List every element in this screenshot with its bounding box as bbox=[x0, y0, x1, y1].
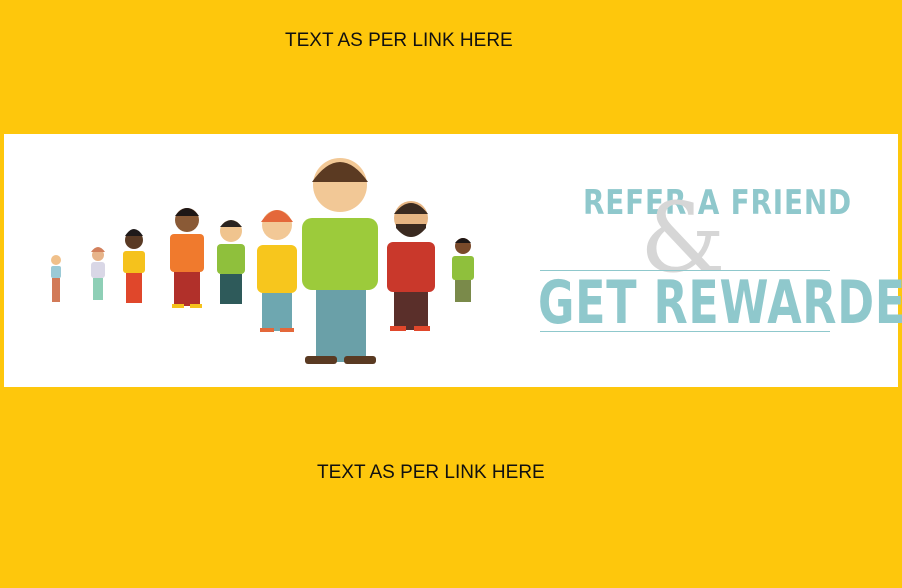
person-figure-2 bbox=[91, 247, 105, 300]
person-figure-1 bbox=[51, 255, 61, 302]
person-figure-6 bbox=[257, 210, 297, 332]
divider-line-bottom bbox=[540, 331, 830, 332]
person-figure-3 bbox=[123, 229, 145, 303]
person-figure-9 bbox=[452, 238, 474, 302]
get-rewarded-heading: GET REWARDED bbox=[538, 268, 902, 338]
person-figure-4 bbox=[170, 208, 204, 308]
person-figure-7 bbox=[302, 158, 378, 364]
bottom-placeholder-text: TEXT AS PER LINK HERE bbox=[317, 462, 545, 483]
person-figure-8 bbox=[387, 201, 435, 331]
person-figure-5 bbox=[217, 220, 245, 304]
